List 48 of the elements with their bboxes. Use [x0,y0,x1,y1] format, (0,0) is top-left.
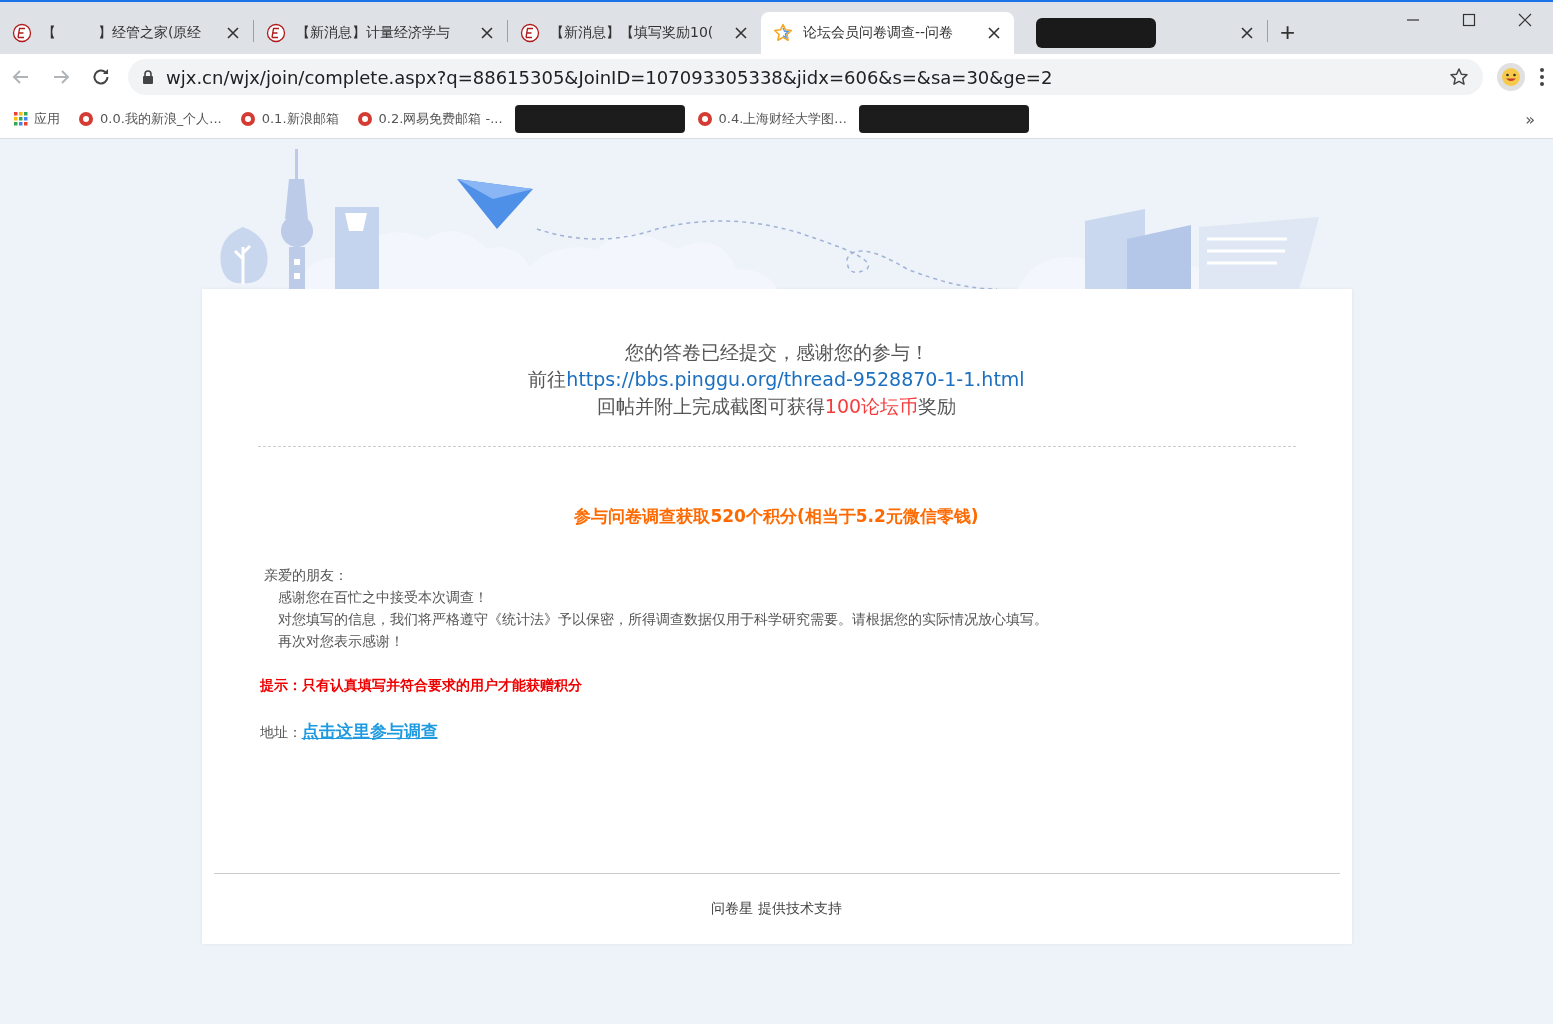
thread-link[interactable]: https://bbs.pinggu.org/thread-9528870-1-1.html [566,368,1025,390]
more-bookmarks-button[interactable]: » [1515,109,1545,129]
close-icon[interactable] [733,25,749,41]
apps-shortcut[interactable]: 应用 [8,108,66,130]
bookmark-star-icon[interactable] [1449,67,1469,87]
tree-drawing [220,227,267,286]
apps-grid-icon [14,112,28,126]
bookmark-item[interactable]: 0.0.我的新浪_个人... [72,108,228,130]
site-icon [356,111,373,127]
bookmark-item[interactable]: 0.2.网易免费邮箱 -... [350,108,509,130]
tip-text: 提示：只有认真填写并符合要求的用户才能获赠积分 [259,676,583,695]
star-icon [773,23,793,43]
promo-heading: 参与问卷调查获取520个积分(相当于5.2元微信零钱) [573,505,980,528]
body-paragraph: 再次对您表示感谢！ [276,632,405,651]
body-paragraph: 感谢您在百忙之中接受本次调查！ [276,588,489,607]
lock-icon [142,70,154,84]
browser-tab[interactable]: 【 】经管之家(原经 [0,12,253,54]
forum-logo-icon [520,23,540,43]
forum-link-line: 前往https://bbs.pinggu.org/thread-9528870-1-1.html [528,367,1025,392]
close-icon[interactable] [479,25,495,41]
tab-title: 【新消息】计量经济学与 [296,24,451,42]
submitted-message: 您的答卷已经提交，感谢您的参与！ [624,340,929,365]
bookmark-item[interactable]: 0.1.新浪邮箱 [233,108,345,130]
site-icon [78,111,94,127]
site-icon [696,111,713,127]
close-icon[interactable] [225,25,241,41]
browser-tab[interactable]: 论坛会员问卷调查--问卷 [761,12,1014,54]
browser-tab[interactable]: 【新消息】【填写奖励10( [508,12,761,54]
tab-title: 【新消息】【填写奖励10( [550,24,715,42]
greeting-text: 亲爱的朋友： [262,566,349,585]
address-label: 地址： [259,723,302,742]
smiley-icon [1501,67,1521,87]
close-icon[interactable] [986,25,1002,41]
site-icon [239,111,256,127]
forum-logo-icon [12,23,32,43]
profile-avatar[interactable] [1497,63,1525,91]
close-icon[interactable] [1239,25,1255,41]
reward-message: 回帖并附上完成截图可获得100论坛币奖励 [596,394,957,419]
footer-text: 问卷星 提供技术支持 [213,873,1340,944]
tab-title: 论坛会员问卷调查--问卷 [803,24,955,42]
address-bar[interactable]: wjx.cn/wjx/join/complete.aspx?q=88615305&JoinID=107093305338&jidx=606&s=&sa=30&ge=2 [128,59,1483,95]
forum-logo-icon [266,23,286,43]
tab-title: 【 】经管之家(原经 [42,24,203,42]
browser-tab[interactable]: 【新消息】计量经济学与 [254,12,507,54]
menu-icon[interactable] [1539,67,1545,87]
new-tab-button[interactable]: + [1268,17,1308,48]
body-paragraph: 对您填写的信息，我们将严格遵守《统计法》予以保密，所得调查数据仅用于科学研究需要。请根据您的实际情况放心填写。 [276,610,1049,629]
bookmark-item[interactable]: 0.4.上海财经大学图... [690,108,853,130]
